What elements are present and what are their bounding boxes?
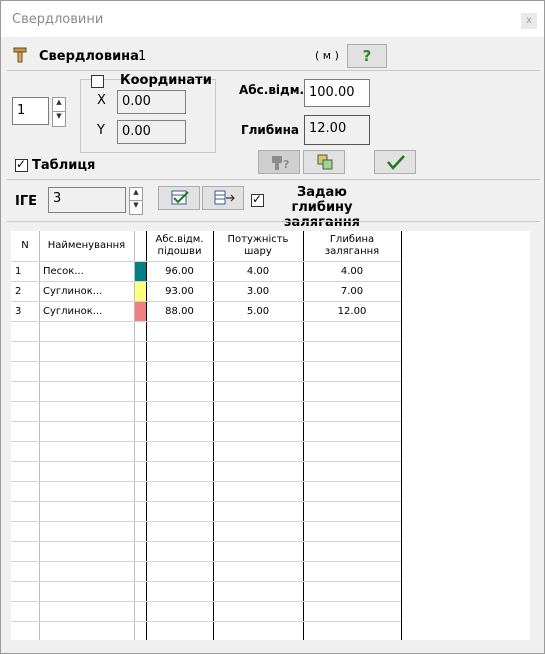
table-cell[interactable]: 4.00 (213, 262, 303, 282)
table-row-divider (11, 401, 401, 402)
table-row-divider (11, 541, 401, 542)
table-row-divider (11, 461, 401, 462)
table-row-divider (11, 441, 401, 442)
table-cell[interactable]: 93.00 (146, 282, 213, 302)
table-row-divider (11, 621, 401, 622)
abs-elevation-label: Абс.відм. (239, 83, 305, 97)
title-bar: Свердловини x (1, 1, 544, 37)
table-header-cell[interactable]: Найменування (39, 231, 134, 261)
coordinates-label: Координати (120, 73, 212, 88)
edit-ige-button[interactable] (158, 186, 200, 210)
ige-label: ІГЕ (15, 194, 38, 209)
copy-icon (317, 154, 333, 170)
table-header-cell[interactable]: Абс.відм. підошви (146, 231, 213, 261)
table-cell[interactable]: 96.00 (146, 262, 213, 282)
table-cell[interactable]: Суглинок... (43, 302, 131, 322)
table-row-divider (11, 561, 401, 562)
table-cell[interactable]: 7.00 (303, 282, 401, 302)
table-row-divider (11, 381, 401, 382)
help-icon: ? (362, 47, 372, 65)
svg-text:?: ? (283, 158, 289, 171)
table-cell[interactable]: Песок... (43, 262, 131, 282)
x-label: X (97, 93, 106, 108)
table-row-divider (11, 501, 401, 502)
copy-button[interactable] (303, 150, 345, 174)
table-checkbox[interactable]: ✓ (15, 157, 28, 172)
set-depth-checkbox[interactable]: ✓ (251, 192, 264, 207)
table-cell[interactable]: 5.00 (213, 302, 303, 322)
abs-elevation-input[interactable]: 100.00 (304, 79, 370, 107)
checkmark-icon (387, 155, 405, 170)
table-cell[interactable]: 88.00 (146, 302, 213, 322)
depth-field[interactable]: 12.00 (304, 115, 370, 145)
table-row-divider (11, 421, 401, 422)
table-header-cell[interactable] (134, 231, 146, 261)
layer-color-swatch[interactable] (135, 262, 146, 281)
table-row-divider (11, 601, 401, 602)
table-column-divider (39, 231, 40, 640)
well-number-input[interactable]: 1 (12, 97, 49, 125)
table-cell[interactable]: 12.00 (303, 302, 401, 322)
well-number: 1 (138, 49, 147, 64)
well-icon (13, 47, 27, 63)
table-column-divider (401, 231, 402, 640)
table-row-divider (11, 581, 401, 582)
separator (7, 70, 540, 71)
ige-spinner[interactable]: ▲ ▼ (129, 187, 143, 215)
table-row-divider (11, 361, 401, 362)
help-button[interactable]: ? (347, 44, 387, 68)
table-insert-icon (214, 190, 235, 205)
table-header-cell[interactable]: Глибина залягання (303, 231, 401, 261)
table-cell[interactable]: 1 (15, 262, 35, 282)
depth-label: Глибина (241, 123, 300, 137)
spinner-up-icon[interactable]: ▲ (130, 188, 142, 201)
spinner-up-icon[interactable]: ▲ (53, 98, 65, 112)
table-row-divider (11, 341, 401, 342)
info-button[interactable]: ? (258, 150, 300, 174)
y-label: Y (97, 123, 105, 138)
table-cell[interactable]: Суглинок... (43, 282, 131, 302)
separator (7, 221, 540, 222)
table-row-divider (11, 521, 401, 522)
layer-color-swatch[interactable] (135, 282, 146, 301)
table-label: Таблиця (32, 158, 96, 173)
table-cell[interactable]: 2 (15, 282, 35, 302)
table-cell[interactable]: 3.00 (213, 282, 303, 302)
coordinates-checkbox[interactable] (91, 75, 104, 88)
separator (7, 179, 540, 180)
y-coordinate-field[interactable]: 0.00 (117, 120, 186, 144)
spinner-down-icon[interactable]: ▼ (53, 112, 65, 126)
table-header-cell[interactable]: N (11, 231, 39, 261)
info-icon: ? (272, 156, 289, 171)
window-title: Свердловини (12, 12, 104, 27)
wells-dialog: Свердловини x Свердловина 1 ( м ) ? 1 ▲ ▼… (0, 0, 545, 654)
layers-table: N Найменування Абс.відм. підошви Потужність… (11, 231, 530, 640)
spinner-down-icon[interactable]: ▼ (130, 201, 142, 214)
well-label: Свердловина (39, 49, 139, 64)
units-label: ( м ) (315, 49, 339, 62)
x-coordinate-field[interactable]: 0.00 (117, 90, 186, 114)
set-depth-label: Задаю глибину залягання (283, 185, 361, 230)
table-header-cell[interactable]: Потужність шару (213, 231, 303, 261)
insert-ige-button[interactable] (202, 186, 244, 210)
well-number-spinner[interactable]: ▲ ▼ (52, 97, 66, 127)
table-check-icon (171, 190, 189, 205)
table-row-divider (11, 481, 401, 482)
layer-color-swatch[interactable] (135, 302, 146, 321)
ige-field[interactable]: 3 (48, 187, 126, 213)
close-button[interactable]: x (521, 13, 537, 29)
apply-button[interactable] (374, 150, 416, 174)
table-cell[interactable]: 3 (15, 302, 35, 322)
table-cell[interactable]: 4.00 (303, 262, 401, 282)
